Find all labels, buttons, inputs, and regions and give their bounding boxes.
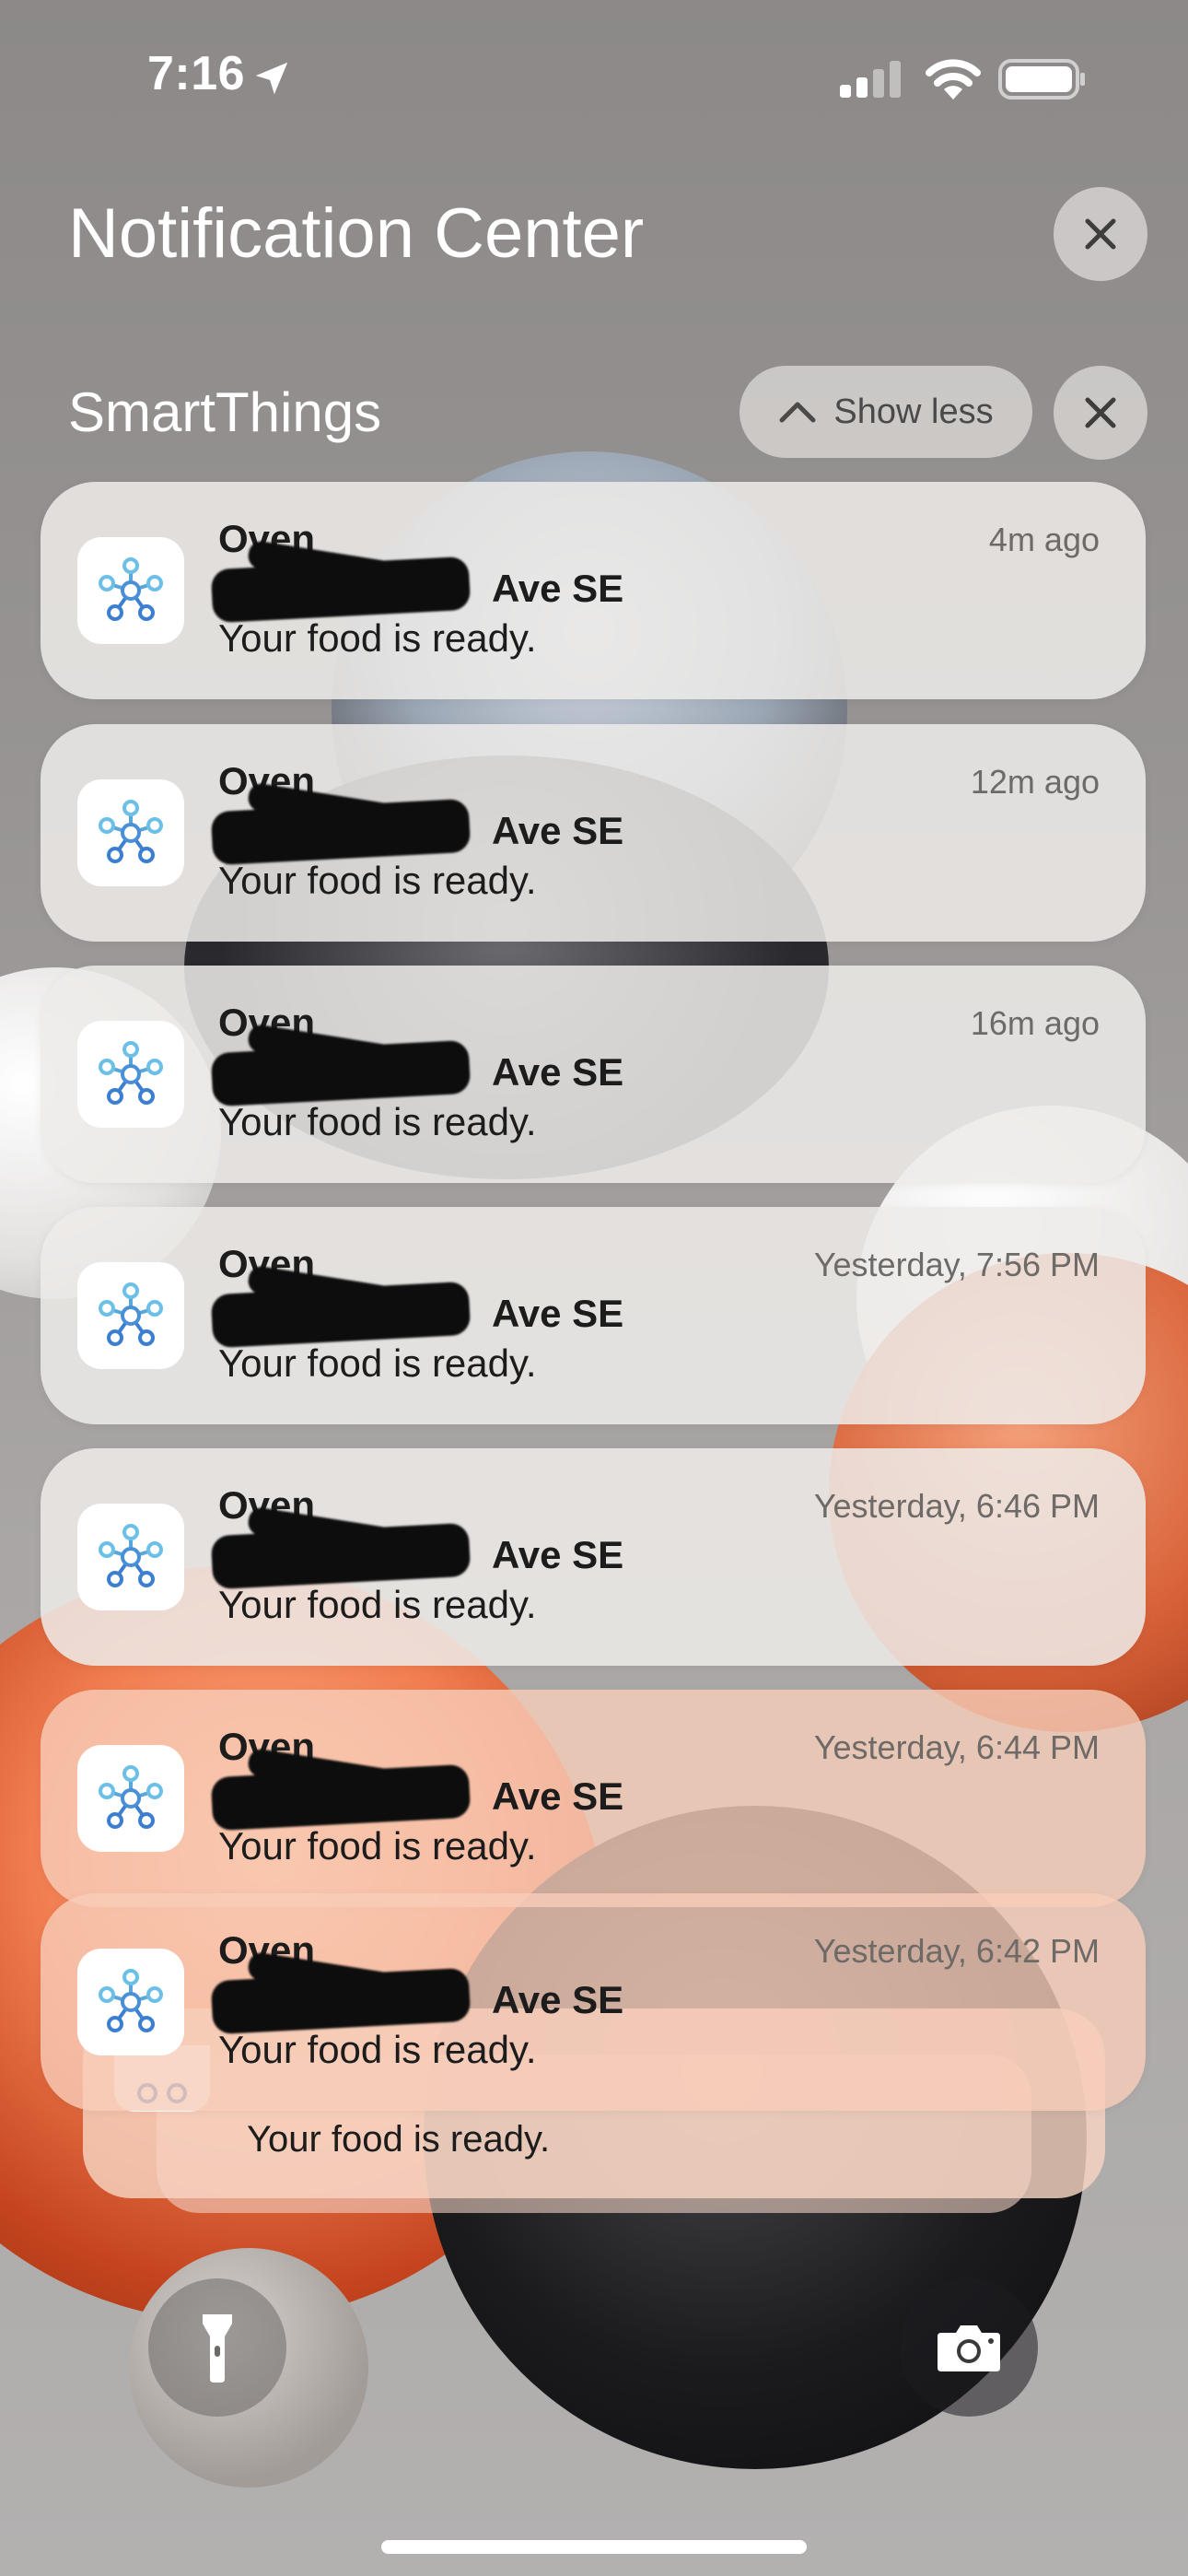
notification-timestamp: Yesterday, 7:56 PM — [813, 1246, 1100, 1283]
smartthings-icon — [77, 1745, 184, 1852]
status-bar: 7:16 — [0, 0, 1188, 157]
notification-timestamp: 4m ago — [988, 521, 1100, 558]
close-icon — [1085, 218, 1116, 250]
camera-button[interactable] — [900, 2278, 1038, 2417]
notification-subtitle: Ave SE — [492, 1292, 624, 1335]
notification-body: Your food is ready. — [247, 2119, 551, 2160]
redaction-scribble — [210, 1039, 472, 1107]
smartthings-icon — [77, 537, 184, 644]
notification-body: Your food is ready. — [218, 1583, 537, 1626]
notification-timestamp: Yesterday, 6:44 PM — [813, 1728, 1100, 1766]
smartthings-icon — [77, 1504, 184, 1610]
redaction-scribble — [210, 1763, 472, 1832]
battery-icon — [998, 59, 1085, 100]
notification-timestamp: 12m ago — [970, 763, 1100, 801]
notification-body: Your food is ready. — [218, 2028, 537, 2071]
notification-subtitle: Ave SE — [492, 567, 624, 610]
notification-card[interactable]: Oven Ave SE Your food is ready. Yesterda… — [41, 1207, 1146, 1424]
redaction-scribble — [210, 556, 472, 624]
location-arrow-icon — [255, 62, 288, 95]
notification-subtitle: Ave SE — [492, 1533, 624, 1576]
notification-body: Your food is ready. — [218, 859, 537, 902]
notification-body: Your food is ready. — [218, 616, 537, 660]
chevron-up-icon — [779, 402, 816, 423]
page-title: Notification Center — [68, 194, 645, 273]
notification-card[interactable]: Oven Ave SE Your food is ready. 16m ago — [41, 966, 1146, 1183]
cellular-signal-icon — [840, 61, 901, 98]
smartthings-icon — [77, 779, 184, 886]
notification-body: Your food is ready. — [218, 1341, 537, 1385]
smartthings-icon — [77, 1262, 184, 1369]
notification-card[interactable]: Oven Ave SE Your food is ready. Yesterda… — [41, 1448, 1146, 1666]
show-less-button[interactable]: Show less — [740, 366, 1032, 458]
group-title: SmartThings — [68, 381, 382, 443]
close-icon — [1085, 397, 1116, 428]
notification-card[interactable]: Oven Ave SE Your food is ready. Yesterda… — [41, 1690, 1146, 1907]
notification-timestamp: Yesterday, 6:46 PM — [813, 1487, 1100, 1525]
status-time: 7:16 — [147, 47, 246, 100]
show-less-label: Show less — [833, 392, 994, 431]
smartthings-icon — [77, 1949, 184, 2055]
redaction-scribble — [210, 1967, 472, 2035]
notification-timestamp: Yesterday, 6:42 PM — [813, 1932, 1100, 1970]
notification-subtitle: Ave SE — [492, 1050, 624, 1094]
close-notification-center-button[interactable] — [1054, 187, 1147, 281]
clear-group-button[interactable] — [1054, 366, 1147, 460]
camera-icon — [938, 2325, 1000, 2371]
flashlight-icon — [203, 2314, 232, 2383]
notification-card[interactable]: Oven Ave SE Your food is ready. Yesterda… — [41, 1893, 1146, 2111]
notification-subtitle: Ave SE — [492, 809, 624, 852]
notification-card[interactable]: Oven Ave SE Your food is ready. 12m ago — [41, 724, 1146, 942]
notification-timestamp: 16m ago — [970, 1004, 1100, 1042]
notification-body: Your food is ready. — [218, 1100, 537, 1143]
notification-subtitle: Ave SE — [492, 1978, 624, 2021]
notification-subtitle: Ave SE — [492, 1774, 624, 1818]
redaction-scribble — [210, 1522, 472, 1590]
redaction-scribble — [210, 1281, 472, 1349]
smartthings-icon — [77, 1021, 184, 1128]
redaction-scribble — [210, 798, 472, 866]
home-indicator[interactable] — [381, 2540, 807, 2554]
wifi-icon — [926, 59, 981, 100]
flashlight-button[interactable] — [148, 2278, 286, 2417]
notification-body: Your food is ready. — [218, 1824, 537, 1868]
notification-card[interactable]: Oven Ave SE Your food is ready. 4m ago — [41, 482, 1146, 699]
